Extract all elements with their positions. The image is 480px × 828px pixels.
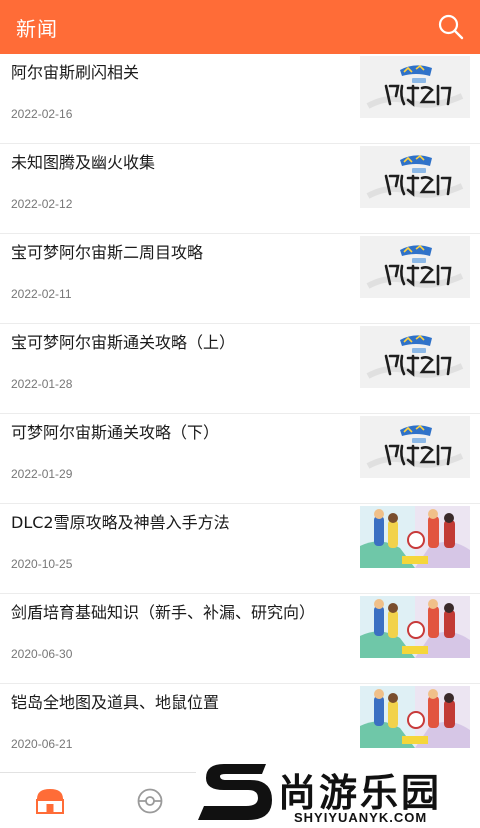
pokemon-center-icon — [36, 788, 64, 814]
article-date: 2020-10-25 — [11, 557, 73, 571]
article-date: 2022-02-11 — [11, 287, 72, 301]
article-row[interactable]: 阿尔宙斯刷闪相关 2022-02-16 — [0, 54, 480, 144]
article-title: 宝可梦阿尔宙斯二周目攻略 — [11, 243, 204, 262]
article-thumbnail — [360, 416, 470, 478]
article-text: 宝可梦阿尔宙斯二周目攻略 2022-02-11 — [0, 234, 360, 323]
pokeball-icon — [137, 788, 163, 813]
tab-pokedex[interactable] — [100, 773, 200, 828]
article-text: DLC2雪原攻略及神兽入手方法 2020-10-25 — [0, 504, 360, 593]
article-title: 可梦阿尔宙斯通关攻略（下） — [11, 423, 220, 442]
article-row[interactable]: 未知图腾及幽火收集 2022-02-12 — [0, 144, 480, 234]
article-thumbnail-wrap — [360, 236, 470, 298]
article-thumbnail — [360, 686, 470, 748]
arceus-logo-art — [360, 56, 470, 118]
article-title: 未知图腾及幽火收集 — [11, 153, 156, 172]
arceus-logo-art — [360, 326, 470, 388]
arceus-logo-art — [360, 416, 470, 478]
article-thumbnail-wrap — [360, 146, 470, 208]
article-date: 2022-01-28 — [11, 377, 73, 391]
article-row[interactable]: 宝可梦阿尔宙斯二周目攻略 2022-02-11 — [0, 234, 480, 324]
site-watermark: 尚游乐园 SHYIYUANYK.COM — [196, 760, 480, 828]
news-list[interactable]: 阿尔宙斯刷闪相关 2022-02-16 未知图腾及幽火收集 2022-02-12 宝可梦… — [0, 54, 480, 772]
article-date: 2022-02-16 — [11, 107, 73, 121]
search-icon — [438, 14, 464, 40]
page-title: 新闻 — [16, 16, 58, 41]
article-text: 阿尔宙斯刷闪相关 2022-02-16 — [0, 54, 360, 143]
article-date: 2020-06-21 — [11, 737, 73, 751]
article-text: 铠岛全地图及道具、地鼠位置 2020-06-21 — [0, 684, 360, 772]
article-title: 宝可梦阿尔宙斯通关攻略（上） — [11, 333, 236, 352]
article-thumbnail — [360, 506, 470, 568]
article-text: 宝可梦阿尔宙斯通关攻略（上） 2022-01-28 — [0, 324, 360, 413]
article-title: 铠岛全地图及道具、地鼠位置 — [11, 693, 220, 712]
watermark-url: SHYIYUANYK.COM — [294, 810, 428, 825]
article-thumbnail — [360, 236, 470, 298]
article-thumbnail-wrap — [360, 596, 470, 658]
article-date: 2022-02-12 — [11, 197, 73, 211]
article-thumbnail-wrap — [360, 686, 470, 748]
article-thumbnail-wrap — [360, 56, 470, 118]
article-text: 可梦阿尔宙斯通关攻略（下） 2022-01-29 — [0, 414, 360, 503]
article-date: 2020-06-30 — [11, 647, 73, 661]
tab-home[interactable] — [0, 773, 100, 828]
article-row[interactable]: 宝可梦阿尔宙斯通关攻略（上） 2022-01-28 — [0, 324, 480, 414]
article-title: 剑盾培育基础知识（新手、补漏、研究向） — [11, 603, 316, 622]
arceus-logo-art — [360, 236, 470, 298]
article-thumbnail — [360, 56, 470, 118]
article-row[interactable]: 铠岛全地图及道具、地鼠位置 2020-06-21 — [0, 684, 480, 772]
app-header: 新闻 — [0, 0, 480, 54]
watermark-text: 尚游乐园 — [278, 771, 443, 815]
search-button[interactable] — [436, 12, 466, 42]
watermark-logo-mark — [198, 764, 272, 820]
article-thumbnail — [360, 146, 470, 208]
article-thumbnail-wrap — [360, 326, 470, 388]
article-row[interactable]: 可梦阿尔宙斯通关攻略（下） 2022-01-29 — [0, 414, 480, 504]
article-thumbnail — [360, 326, 470, 388]
article-thumbnail-wrap — [360, 506, 470, 568]
article-thumbnail — [360, 596, 470, 658]
sword-shield-art — [360, 596, 470, 658]
article-text: 未知图腾及幽火收集 2022-02-12 — [0, 144, 360, 233]
article-date: 2022-01-29 — [11, 467, 73, 481]
article-text: 剑盾培育基础知识（新手、补漏、研究向） 2020-06-30 — [0, 594, 360, 683]
sword-shield-art — [360, 506, 470, 568]
article-title: 阿尔宙斯刷闪相关 — [11, 63, 140, 82]
sword-shield-art — [360, 686, 470, 748]
article-thumbnail-wrap — [360, 416, 470, 478]
arceus-logo-art — [360, 146, 470, 208]
article-row[interactable]: DLC2雪原攻略及神兽入手方法 2020-10-25 — [0, 504, 480, 594]
article-title: DLC2雪原攻略及神兽入手方法 — [11, 513, 230, 532]
article-row[interactable]: 剑盾培育基础知识（新手、补漏、研究向） 2020-06-30 — [0, 594, 480, 684]
